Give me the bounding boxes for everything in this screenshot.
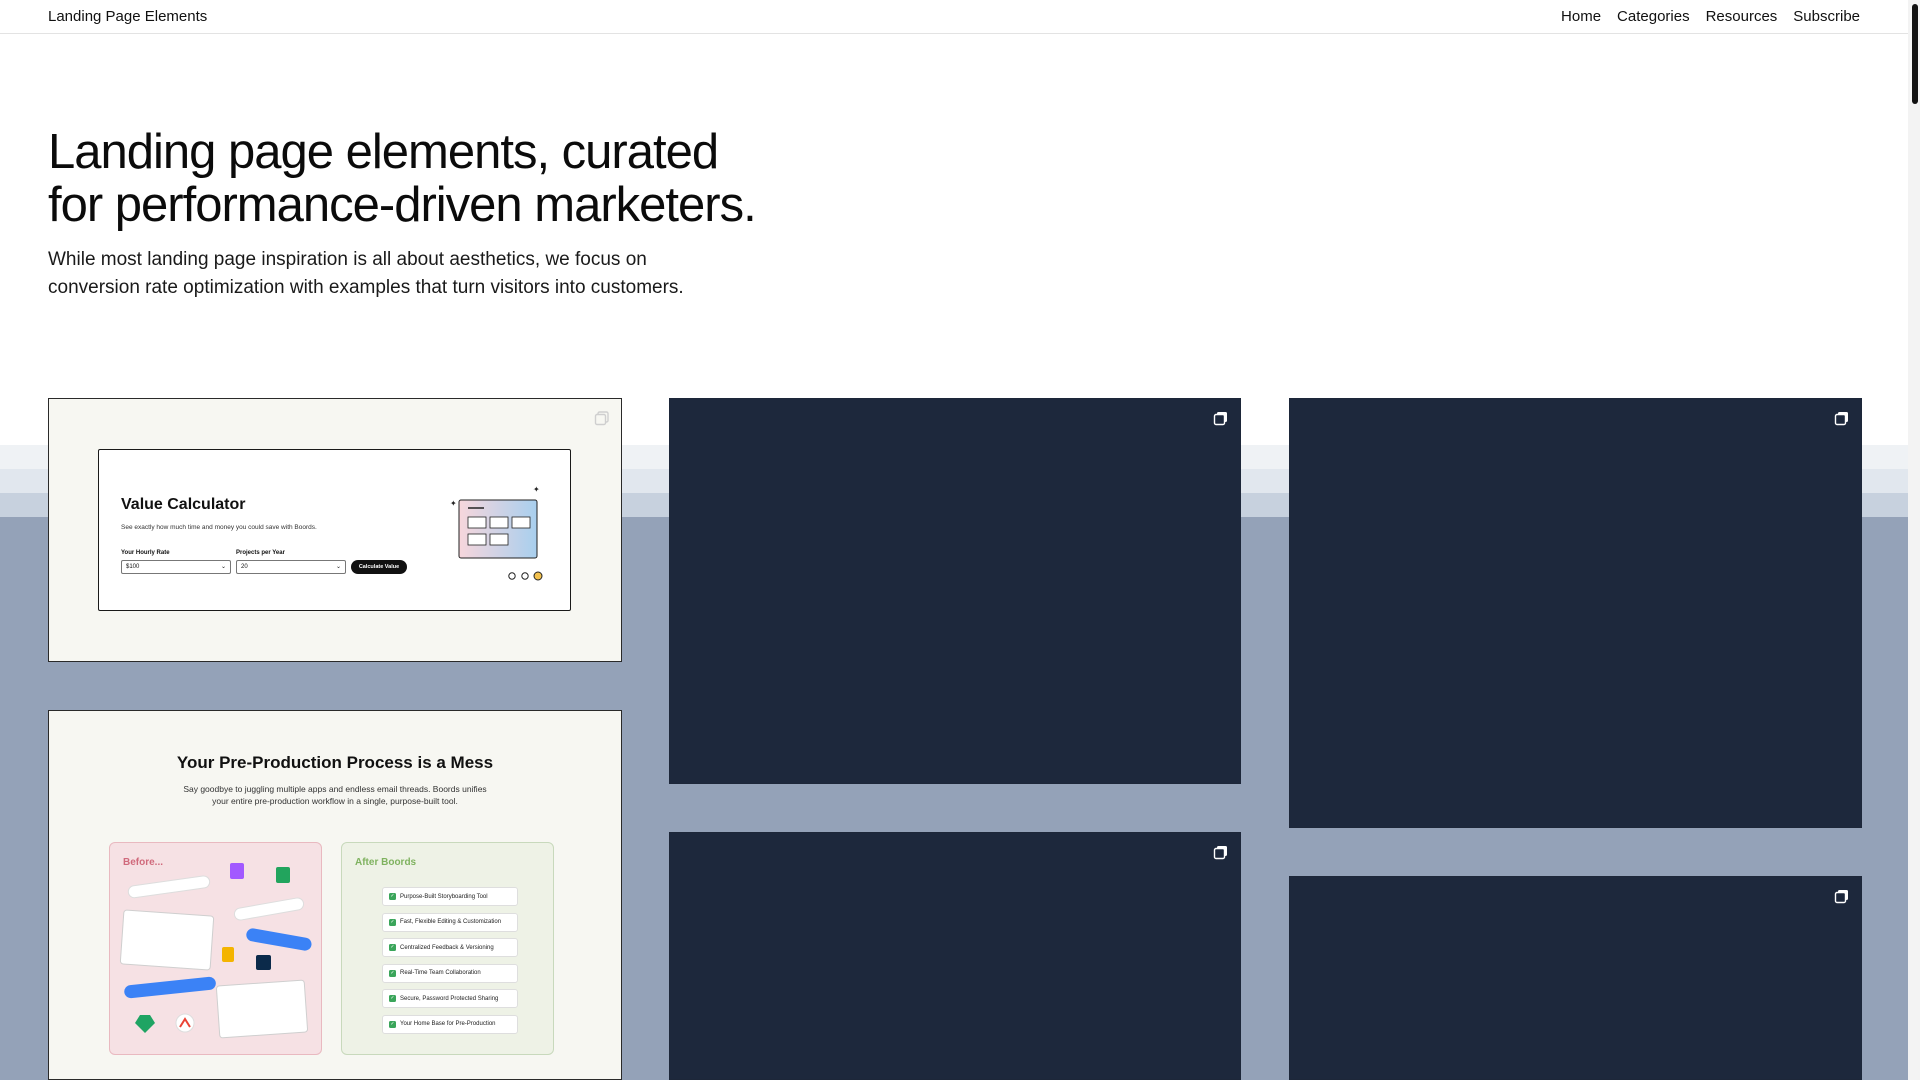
nav-categories-link[interactable]: Categories: [1617, 8, 1690, 25]
nav-subscribe-link[interactable]: Subscribe: [1793, 8, 1860, 25]
list-item: ✓ Purpose-Built Storyboarding Tool: [382, 887, 518, 906]
checkmark-icon: ✓: [389, 995, 396, 1002]
hourly-rate-label: Your Hourly Rate: [121, 550, 170, 556]
list-item: ✓ Secure, Password Protected Sharing: [382, 989, 518, 1008]
copy-icon[interactable]: [1833, 887, 1851, 905]
calculator-illustration-icon: ✦ ✦: [450, 485, 543, 581]
list-item-label: Purpose-Built Storyboarding Tool: [400, 893, 488, 900]
copy-icon[interactable]: [593, 409, 611, 427]
list-item-label: Real-Time Team Collaboration: [400, 970, 481, 976]
card-example-5[interactable]: [1289, 876, 1862, 1080]
hero-subtitle: While most landing page inspiration is a…: [48, 246, 748, 302]
copy-icon[interactable]: [1212, 843, 1230, 861]
hourly-rate-value: $100: [126, 564, 140, 570]
card-example-2[interactable]: [669, 398, 1241, 784]
after-panel: After Boords ✓ Purpose-Built Storyboardin…: [341, 842, 554, 1055]
copy-icon[interactable]: [1212, 409, 1230, 427]
scrollbar-thumb[interactable]: [1912, 4, 1918, 104]
hero-subtitle-line: conversion rate optimization with exampl…: [48, 277, 684, 298]
main-nav: Home Categories Resources Subscribe: [1561, 8, 1860, 25]
preproduction-subtitle-line: Say goodbye to juggling multiple apps an…: [183, 784, 487, 794]
list-item-label: Your Home Base for Pre-Production: [400, 1021, 496, 1027]
projects-label: Projects per Year: [236, 550, 285, 556]
preproduction-title: Your Pre-Production Process is a Mess: [176, 753, 494, 772]
after-panel-title: After Boords: [355, 857, 417, 868]
projects-select[interactable]: 20 ⌄: [236, 560, 346, 574]
brand-link[interactable]: Landing Page Elements: [48, 8, 207, 25]
list-item: ✓ Fast, Flexible Editing & Customization: [382, 912, 518, 932]
chevron-down-icon: ⌄: [220, 564, 226, 570]
svg-text:✦: ✦: [450, 499, 457, 508]
svg-text:✦: ✦: [533, 485, 540, 494]
hourly-rate-select[interactable]: $100 ⌄: [121, 560, 231, 574]
hero-title: Landing page elements, curated for perfo…: [48, 126, 888, 232]
after-feature-list: ✓ Purpose-Built Storyboarding Tool ✓ Fast,…: [382, 887, 518, 1040]
checkmark-icon: ✓: [389, 893, 396, 900]
copy-icon[interactable]: [1833, 409, 1851, 427]
before-panel: Before...: [109, 842, 322, 1055]
preproduction-subtitle: Say goodbye to juggling multiple apps an…: [169, 783, 501, 807]
value-calculator-panel: Value Calculator See exactly how much ti…: [98, 449, 571, 611]
list-item-label: Fast, Flexible Editing & Customization: [400, 919, 502, 925]
hero-title-line: Landing page elements, curated: [48, 125, 719, 179]
nav-home-link[interactable]: Home: [1561, 8, 1601, 25]
calculate-value-button[interactable]: Calculate Value: [351, 560, 407, 574]
projects-value: 20: [241, 564, 248, 570]
list-item: ✓ Centralized Feedback & Versioning: [382, 938, 518, 957]
checkmark-icon: ✓: [389, 944, 396, 951]
list-item: ✓ Real-Time Team Collaboration: [382, 963, 518, 983]
list-item-label: Centralized Feedback & Versioning: [400, 944, 494, 951]
hero-title-line: for performance-driven marketers.: [48, 178, 757, 232]
card-value-calculator[interactable]: Value Calculator See exactly how much ti…: [48, 398, 622, 662]
checkmark-icon: ✓: [389, 969, 396, 977]
chevron-down-icon: ⌄: [335, 564, 341, 570]
list-item-label: Secure, Password Protected Sharing: [400, 995, 499, 1002]
list-item: ✓ Your Home Base for Pre-Production: [382, 1014, 518, 1034]
card-example-3[interactable]: [1289, 398, 1862, 828]
card-example-4[interactable]: [669, 832, 1241, 1080]
top-navigation-bar: Landing Page Elements Home Categories Re…: [0, 0, 1908, 34]
value-calculator-title: Value Calculator: [121, 496, 246, 513]
checkmark-icon: ✓: [389, 1020, 396, 1028]
card-preproduction[interactable]: Your Pre-Production Process is a Mess Sa…: [48, 710, 622, 1080]
preproduction-subtitle-line: your entire pre-production workflow in a…: [212, 796, 458, 806]
value-calculator-description: See exactly how much time and money you …: [121, 524, 317, 531]
checkmark-icon: ✓: [389, 918, 396, 926]
hero-subtitle-line: While most landing page inspiration is a…: [48, 249, 647, 270]
scattered-apps-illustration-icon: [119, 863, 312, 1039]
nav-resources-link[interactable]: Resources: [1706, 8, 1778, 25]
page-scrollbar[interactable]: [1908, 0, 1920, 1080]
